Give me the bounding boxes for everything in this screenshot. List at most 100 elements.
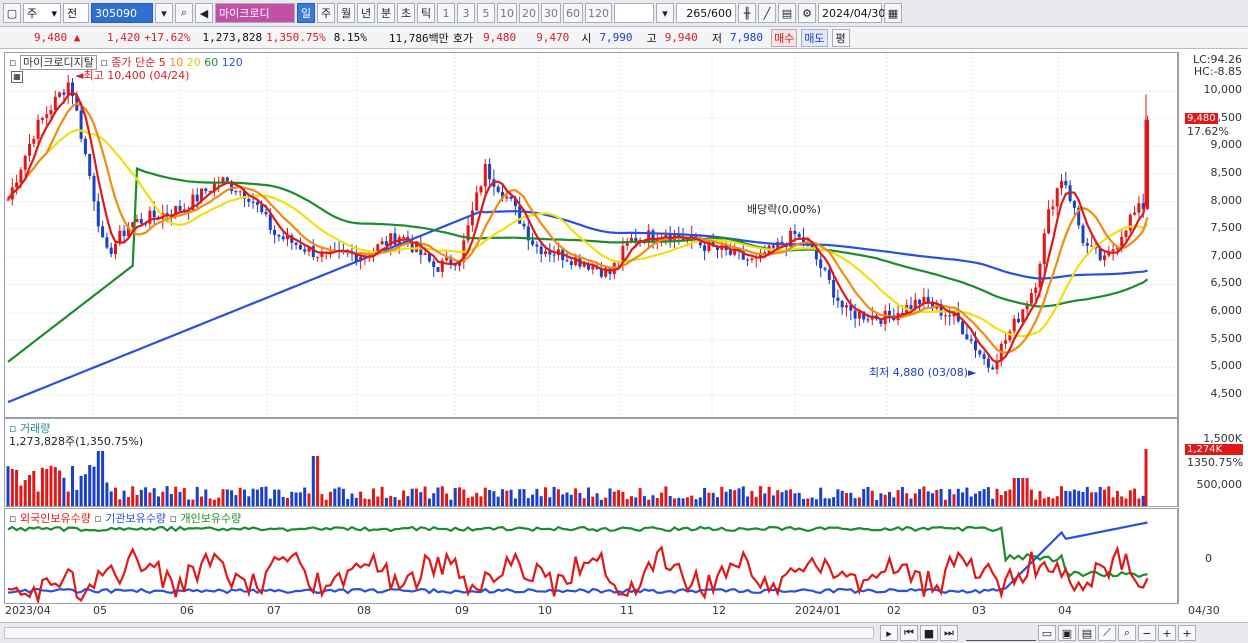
count-value: 265 <box>686 6 708 20</box>
buy-button[interactable]: 매수 <box>771 28 798 47</box>
first-page-icon[interactable]: ⏮ <box>900 625 918 641</box>
volume-bar <box>896 490 900 506</box>
save-icon[interactable]: ▤ <box>778 3 796 23</box>
candle-body <box>552 254 556 256</box>
price-pane[interactable]: ▫ 마이크로디지탈 ▫ 종가 단순 5 10 20 60 120 ◄최고 10,… <box>4 52 1178 418</box>
candle-body <box>277 234 281 237</box>
search-icon[interactable]: ⌕ <box>175 3 193 23</box>
period-week[interactable]: 주 <box>317 3 335 23</box>
candle-body <box>380 241 384 245</box>
interval-120[interactable]: 120 <box>585 3 612 23</box>
volume-bar <box>754 496 758 506</box>
date-input[interactable]: 2024/04/30 <box>818 3 885 23</box>
volume-bar <box>535 488 539 506</box>
code-dropdown-icon[interactable]: ▾ <box>155 3 173 23</box>
volume-bar <box>83 474 87 506</box>
stop-icon[interactable]: ■ <box>920 625 938 641</box>
draw-tool-icon[interactable]: ╱ <box>758 3 776 23</box>
chart-window-icon[interactable]: ▢ <box>3 3 21 23</box>
trade-amount: 11,786백만 <box>388 31 449 45</box>
layout1-icon[interactable]: ▭ <box>1038 625 1056 641</box>
volume-bar <box>1141 495 1145 506</box>
volume-bar <box>582 498 586 506</box>
volume-bar <box>169 494 173 506</box>
holding-pane[interactable]: ▫ 외국인보유수량 ▫ 기관보유수량 ▫ 개인보유수량 <box>4 508 1178 604</box>
zoom-search-icon[interactable]: ⌕ <box>1118 625 1136 641</box>
interval-1[interactable]: 1 <box>437 3 455 23</box>
candle-body <box>544 251 547 255</box>
volume-bar <box>225 489 229 506</box>
legend-foreign: 외국인보유수량 <box>19 512 91 525</box>
sound-icon[interactable]: ◀ <box>195 3 213 23</box>
volume-bar <box>1012 478 1016 506</box>
volume-bar <box>642 496 646 506</box>
candle-body <box>204 188 208 192</box>
volume-bar <box>1017 478 1020 506</box>
interval-custom-input[interactable] <box>614 3 654 23</box>
scroll-right-icon[interactable]: ▸ <box>880 625 898 641</box>
volume-last-pct: 1350.75% <box>1187 456 1243 469</box>
interval-3[interactable]: 3 <box>457 3 475 23</box>
volume-bar <box>587 487 590 506</box>
volume-bar <box>58 470 62 506</box>
period-year[interactable]: 년 <box>357 3 375 23</box>
zoom-in-icon[interactable]: + <box>1158 625 1176 641</box>
period-day[interactable]: 일 <box>297 3 315 23</box>
volume-bar <box>1085 487 1089 506</box>
horizontal-scrollbar[interactable] <box>4 627 874 639</box>
interval-dropdown-icon[interactable]: ▾ <box>656 3 674 23</box>
code-input[interactable]: 305090 <box>91 3 153 23</box>
period-minute[interactable]: 분 <box>377 3 395 23</box>
interval-60[interactable]: 60 <box>563 3 583 23</box>
layout3-icon[interactable]: ▤ <box>1078 625 1096 641</box>
market-select[interactable]: 주 ▾ <box>23 3 61 23</box>
sell-button[interactable]: 매도 <box>801 28 828 47</box>
volume-bar <box>324 499 328 506</box>
period-tick[interactable]: 틱 <box>417 3 435 23</box>
stock-name[interactable]: 마이크로디 <box>215 3 295 23</box>
volume-bar <box>866 486 870 506</box>
period-month[interactable]: 월 <box>337 3 355 23</box>
trend-icon[interactable]: ⟋ <box>1098 625 1116 641</box>
volume-pane[interactable]: ▫ 거래량 1,273,828주(1,350.75%) <box>4 418 1178 507</box>
candle-type-icon[interactable]: ╫ <box>738 3 756 23</box>
grid-toggle-icon[interactable]: ▦ <box>11 71 23 83</box>
volume-bar <box>793 493 797 506</box>
open-price: 7,990 <box>599 31 633 44</box>
last-price-tag: 9,480 <box>1185 113 1218 124</box>
zoom-out-icon[interactable]: − <box>1138 625 1156 641</box>
candle-body <box>49 110 53 115</box>
volume-bar <box>569 494 573 506</box>
settings-icon[interactable]: ⚙ <box>798 3 816 23</box>
volume-bar <box>857 497 861 506</box>
candle-body <box>234 191 238 193</box>
candle-body <box>238 191 242 193</box>
interval-20[interactable]: 20 <box>519 3 539 23</box>
period-second[interactable]: 초 <box>397 3 415 23</box>
volume-bar <box>505 490 509 506</box>
volume-bar <box>483 487 487 506</box>
volume-bar <box>367 499 371 506</box>
volume-bar <box>462 489 466 506</box>
volume-bar <box>995 488 999 506</box>
interval-10[interactable]: 10 <box>497 3 517 23</box>
count-input[interactable]: 265/600 <box>676 3 736 23</box>
last-page-icon[interactable]: ⏭ <box>940 625 958 641</box>
type-select[interactable]: 전 <box>63 3 89 23</box>
holding-legend: ▫ 외국인보유수량 ▫ 기관보유수량 ▫ 개인보유수량 <box>9 512 242 525</box>
zoom-slider[interactable] <box>966 625 1036 641</box>
interval-30[interactable]: 30 <box>541 3 561 23</box>
low-marker-label: 최저 4,880 (03/08)► <box>869 364 976 380</box>
plus-icon[interactable]: + <box>1178 625 1196 641</box>
candle-body <box>101 226 105 238</box>
interval-5[interactable]: 5 <box>477 3 495 23</box>
candle-body <box>698 242 702 246</box>
volume-bar <box>668 496 672 506</box>
candle-body <box>225 177 229 182</box>
calendar-icon[interactable]: ▦ <box>884 3 902 23</box>
layout2-icon[interactable]: ▣ <box>1058 625 1076 641</box>
volume-bar <box>449 499 453 506</box>
candle-body <box>823 268 827 270</box>
eval-button[interactable]: 평 <box>831 28 850 47</box>
volume-bar <box>440 486 444 506</box>
